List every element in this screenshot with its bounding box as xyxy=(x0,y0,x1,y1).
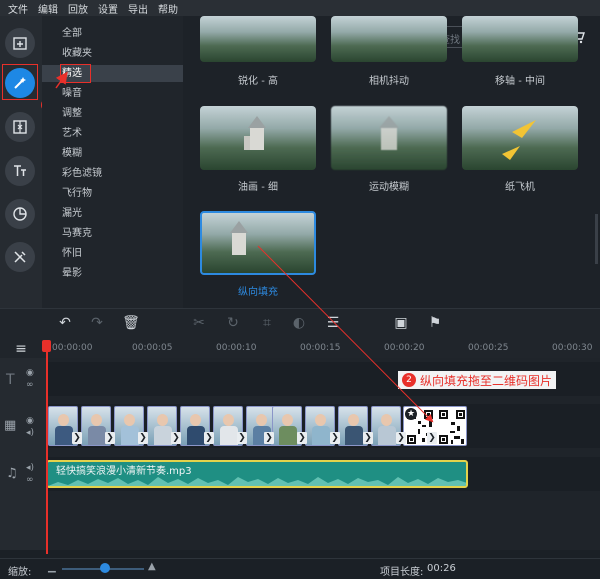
rotate-icon[interactable]: ↻ xyxy=(224,314,242,332)
menu-export[interactable]: 导出 xyxy=(128,1,148,16)
filter-thumb-motion-blur[interactable] xyxy=(331,106,447,170)
filter-thumb-paper-plane[interactable] xyxy=(462,106,578,170)
category-all[interactable]: 全部 xyxy=(62,26,82,42)
filter-label: 相机抖动 xyxy=(369,76,409,87)
filter-label: 锐化 - 高 xyxy=(238,76,278,87)
filter-label-selected: 纵向填充 xyxy=(238,287,278,298)
video-track-icon: ▦ xyxy=(4,418,17,433)
color-icon[interactable]: ◐ xyxy=(290,314,308,332)
transition-icon[interactable]: ❯ xyxy=(171,432,181,444)
menu-help[interactable]: 帮助 xyxy=(158,1,178,16)
audio-clip-name: 轻快搞笑浪漫小清新节奏.mp3 xyxy=(56,466,192,477)
category-vignette[interactable]: 晕影 xyxy=(62,266,82,282)
transition-icon[interactable]: ❯ xyxy=(105,432,115,444)
undo-icon[interactable]: ↶ xyxy=(56,314,74,332)
category-art[interactable]: 艺术 xyxy=(62,126,82,142)
menu-edit[interactable]: 编辑 xyxy=(38,1,58,16)
menu-playback[interactable]: 回放 xyxy=(68,1,88,16)
volume-icon[interactable]: ◂) xyxy=(26,428,34,438)
text-track-icon: T xyxy=(6,372,15,388)
star-icon: ★ xyxy=(405,408,417,420)
zoom-label: 缩放: xyxy=(8,567,32,578)
transition-icon[interactable]: ❯ xyxy=(72,432,82,444)
menu-bar: 文件 编辑 回放 设置 导出 帮助 xyxy=(0,0,600,16)
project-length-label: 项目长度: xyxy=(380,567,424,578)
category-retro[interactable]: 怀旧 xyxy=(62,246,82,262)
ruler-tick: 00:00:10 xyxy=(216,343,257,353)
volume-icon[interactable]: ◂) xyxy=(26,463,34,473)
titles-icon[interactable] xyxy=(5,156,35,186)
annotation-text: 纵向填充拖至二维码图片 xyxy=(420,373,553,388)
transition-icon[interactable]: ❯ xyxy=(297,432,307,444)
filter-label: 油画 - 细 xyxy=(238,182,278,193)
filter-label: 纸飞机 xyxy=(505,182,535,193)
filter-thumb-vertical-fill[interactable] xyxy=(200,211,316,275)
category-blur[interactable]: 模糊 xyxy=(62,146,82,162)
transition-icon[interactable]: ❯ xyxy=(427,432,437,444)
tools-icon[interactable] xyxy=(5,242,35,272)
zoom-in-icon[interactable]: ▲ xyxy=(148,561,156,572)
category-noise[interactable]: 噪音 xyxy=(62,86,82,102)
cut-icon[interactable]: ✂ xyxy=(190,314,208,332)
zoom-out-icon[interactable]: ▁ xyxy=(48,562,56,573)
visibility-icon[interactable]: ◉ xyxy=(26,416,34,426)
zoom-slider-knob[interactable] xyxy=(100,563,110,573)
filter-thumb-oil-paint[interactable] xyxy=(200,106,316,170)
transition-icon[interactable]: ❯ xyxy=(237,432,247,444)
transition-icon[interactable]: ❯ xyxy=(204,432,214,444)
transitions-icon[interactable] xyxy=(5,112,35,142)
playhead[interactable] xyxy=(46,342,48,554)
link-icon[interactable]: ∞ xyxy=(26,380,34,390)
ruler-tick: 00:00:25 xyxy=(468,343,509,353)
transition-icon[interactable]: ❯ xyxy=(363,432,373,444)
highlight-box-featured xyxy=(60,64,91,83)
playhead-handle[interactable] xyxy=(42,340,51,352)
filter-label: 运动模糊 xyxy=(369,182,409,193)
project-length-value: 00:26 xyxy=(427,563,456,574)
add-track-icon[interactable]: ≡ xyxy=(12,340,30,358)
category-flying[interactable]: 飞行物 xyxy=(62,186,92,202)
transition-icon[interactable]: ❯ xyxy=(330,432,340,444)
crop-icon[interactable]: ⌗ xyxy=(258,314,276,332)
ruler-tick: 00:00:15 xyxy=(300,343,341,353)
delete-icon[interactable]: 🗑 xyxy=(122,314,140,332)
category-mosaic[interactable]: 马赛克 xyxy=(62,226,92,242)
content-scrollbar[interactable] xyxy=(595,214,598,264)
adjust-icon[interactable]: ☰ xyxy=(324,314,342,332)
stickers-icon[interactable] xyxy=(5,199,35,229)
redo-icon[interactable]: ↷ xyxy=(88,314,106,332)
filter-thumb-tilt-shift[interactable] xyxy=(462,16,578,62)
marker-flag-icon[interactable]: ⚑ xyxy=(426,314,444,332)
visibility-icon[interactable]: ◉ xyxy=(26,368,34,378)
highlight-box-filters-tool xyxy=(2,64,38,100)
ruler-tick: 00:00:05 xyxy=(132,343,173,353)
step-marker-2: 2 xyxy=(402,373,416,387)
filter-label: 移轴 - 中间 xyxy=(495,76,545,87)
category-light-leak[interactable]: 漏光 xyxy=(62,206,82,222)
import-icon[interactable] xyxy=(5,28,35,58)
annotation-callout: 2 纵向填充拖至二维码图片 xyxy=(398,371,557,389)
transition-icon[interactable]: ❯ xyxy=(138,432,148,444)
transition-icon[interactable]: ❯ xyxy=(396,432,406,444)
filter-thumb-camera-shake[interactable] xyxy=(331,16,447,62)
clip-properties-icon[interactable]: ▣ xyxy=(392,314,410,332)
category-color-filters[interactable]: 彩色滤镜 xyxy=(62,166,102,182)
ruler-tick: 00:00:00 xyxy=(52,343,93,353)
tool-sidebar xyxy=(0,16,42,308)
category-favorites[interactable]: 收藏夹 xyxy=(62,46,92,62)
link-icon[interactable]: ∞ xyxy=(26,475,34,485)
menu-settings[interactable]: 设置 xyxy=(98,1,118,16)
ruler-tick: 00:00:20 xyxy=(384,343,425,353)
menu-file[interactable]: 文件 xyxy=(8,1,28,16)
audio-track-icon: ♫ xyxy=(6,466,18,481)
filter-thumb-sharpen[interactable] xyxy=(200,16,316,62)
category-adjust[interactable]: 调整 xyxy=(62,106,82,122)
ruler-tick: 00:00:30 xyxy=(552,343,593,353)
transition-icon[interactable]: ❯ xyxy=(264,432,274,444)
